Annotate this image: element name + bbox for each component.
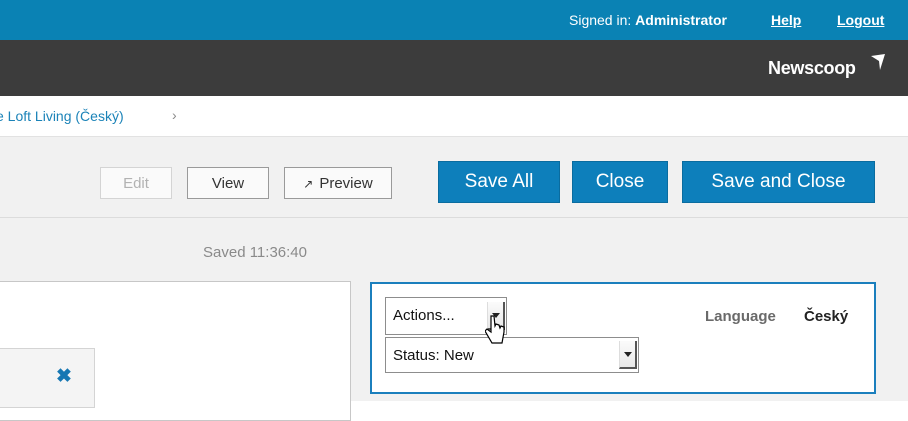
language-label: Language bbox=[705, 308, 776, 325]
close-button[interactable]: Close bbox=[572, 161, 668, 203]
dropdown-arrow-icon[interactable] bbox=[619, 341, 637, 369]
breadcrumb-separator-icon: › bbox=[172, 107, 177, 123]
signed-in-user: Administrator bbox=[635, 12, 727, 28]
attachment-box: ✖ bbox=[0, 348, 95, 408]
actions-select[interactable]: Actions... bbox=[385, 297, 507, 335]
edit-button[interactable]: Edit bbox=[100, 167, 172, 199]
newscoop-logo-text: Newscoop bbox=[768, 58, 856, 78]
language-value: Český bbox=[804, 308, 849, 325]
breadcrumb-item[interactable]: e Loft Living (Český) bbox=[0, 108, 124, 124]
article-settings-panel: Actions... Status: New Language Český bbox=[370, 282, 876, 394]
help-link[interactable]: Help bbox=[771, 12, 801, 28]
preview-button[interactable]: ↗ Preview bbox=[284, 167, 392, 199]
actions-select-value: Actions... bbox=[393, 307, 455, 324]
saved-timestamp: Saved 11:36:40 bbox=[203, 244, 307, 261]
status-select[interactable]: Status: New bbox=[385, 337, 639, 373]
top-bar: Signed in: Administrator Help Logout bbox=[0, 0, 908, 40]
remove-icon[interactable]: ✖ bbox=[54, 367, 74, 387]
dropdown-arrow-icon[interactable] bbox=[487, 302, 505, 330]
content-area: Saved 11:36:40 ✖ Actions... Status: New … bbox=[0, 218, 908, 421]
status-select-value: Status: New bbox=[393, 347, 474, 364]
save-and-close-button[interactable]: Save and Close bbox=[682, 161, 875, 203]
external-link-icon: ↗ bbox=[303, 177, 314, 191]
save-all-button[interactable]: Save All bbox=[438, 161, 560, 203]
article-toolbar: Edit View ↗ Preview Save All Close Save a… bbox=[0, 136, 908, 218]
preview-button-label: Preview bbox=[319, 175, 373, 192]
article-body-panel: ✖ bbox=[0, 281, 351, 421]
brand-bar: Newscoop bbox=[0, 40, 908, 96]
view-button[interactable]: View bbox=[187, 167, 269, 199]
breadcrumb: e Loft Living (Český) › bbox=[0, 96, 908, 136]
newscoop-arrow-icon bbox=[871, 54, 885, 70]
logout-link[interactable]: Logout bbox=[837, 12, 884, 28]
signed-in-text: Signed in: Administrator bbox=[569, 12, 727, 28]
